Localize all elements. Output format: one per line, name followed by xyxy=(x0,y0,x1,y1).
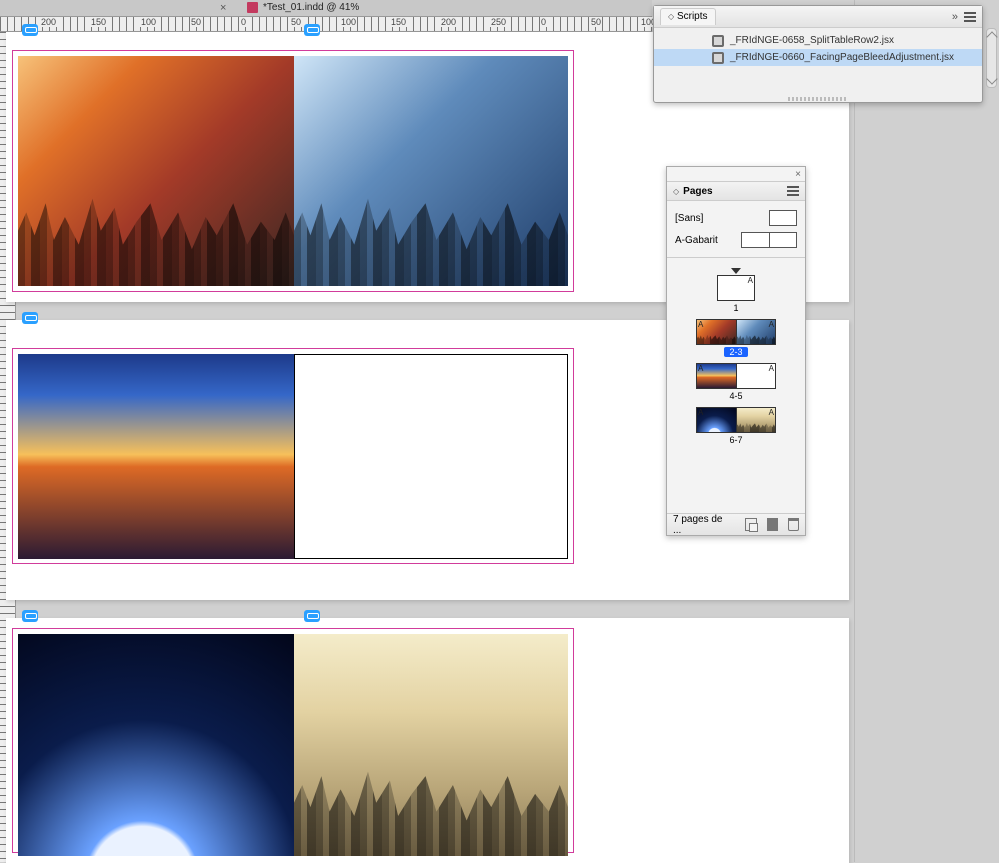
ruler-tick: 200 xyxy=(40,17,57,27)
ruler-tick: 50 xyxy=(590,17,602,27)
collapse-panel-button[interactable]: » xyxy=(952,11,958,23)
master-thumb[interactable] xyxy=(741,232,797,248)
ruler-tick: 0 xyxy=(240,17,247,27)
script-name: _FRIdNGE-0660_FacingPageBleedAdjustment.… xyxy=(730,52,954,63)
pages-tab-label: Pages xyxy=(683,186,712,197)
page-thumb[interactable]: AA 2-3 xyxy=(696,319,776,357)
right-dock xyxy=(854,0,999,862)
script-row[interactable]: _FRIdNGE-0660_FacingPageBleedAdjustment.… xyxy=(654,49,982,66)
pages-panel-header[interactable]: ◇ Pages xyxy=(667,181,805,201)
page-spread-6-7[interactable] xyxy=(6,618,849,863)
document-tab-bar: × *Test_01.indd @ 41% xyxy=(0,0,652,16)
document-canvas[interactable] xyxy=(16,32,652,862)
placed-image-left[interactable] xyxy=(18,634,294,856)
link-icon xyxy=(22,312,38,324)
ruler-tick: 50 xyxy=(290,17,302,27)
scripts-list[interactable]: _FRIdNGE-0658_SplitTableRow2.jsx _FRIdNGE… xyxy=(654,28,982,70)
page-options-button[interactable] xyxy=(767,518,779,531)
page-thumbnails-section[interactable]: A1AA2-3AA4-5AA6-7 xyxy=(667,258,805,451)
placed-image-right[interactable] xyxy=(294,634,568,856)
script-file-icon xyxy=(712,52,724,64)
link-icon xyxy=(22,24,38,36)
panel-menu-icon[interactable] xyxy=(964,12,976,22)
document-title: *Test_01.indd @ 41% xyxy=(263,2,359,13)
master-thumb[interactable] xyxy=(769,210,797,226)
panel-menu-icon[interactable] xyxy=(787,186,799,196)
pages-count-label: 7 pages de ... xyxy=(673,514,725,536)
page-thumb[interactable]: AA 6-7 xyxy=(696,407,776,445)
scripts-panel[interactable]: ◇ Scripts » _FRIdNGE-0658_SplitTableRow2… xyxy=(653,5,983,103)
page-thumbnail[interactable]: AA xyxy=(696,407,776,433)
master-label: [Sans] xyxy=(675,213,703,224)
pages-panel[interactable]: × ◇ Pages [Sans]A-Gabarit A1AA2-3AA4-5AA… xyxy=(666,166,806,536)
page-thumb[interactable]: A1 xyxy=(717,268,755,313)
page-number-label: 1 xyxy=(733,303,738,313)
pages-panel-footer: 7 pages de ... xyxy=(667,513,805,535)
horizontal-ruler[interactable]: 2001501005005010015020025005010015020025… xyxy=(0,16,652,32)
ruler-tick: 0 xyxy=(540,17,547,27)
empty-frame-right[interactable] xyxy=(294,354,568,559)
page-thumb[interactable]: AA 4-5 xyxy=(696,363,776,401)
script-file-icon xyxy=(712,35,724,47)
page-thumbnail[interactable]: A xyxy=(717,275,755,301)
page-thumbnail[interactable]: AA xyxy=(696,319,776,345)
dock-scroll-buttons[interactable] xyxy=(986,28,997,88)
ruler-tick: 50 xyxy=(190,17,202,27)
indesign-doc-icon xyxy=(247,2,258,13)
ruler-tick: 150 xyxy=(390,17,407,27)
link-icon xyxy=(304,610,320,622)
ruler-tick: 100 xyxy=(140,17,157,27)
ruler-tick: 100 xyxy=(340,17,357,27)
start-marker-icon xyxy=(731,268,741,274)
master-row[interactable]: A-Gabarit xyxy=(675,229,797,251)
page-number-label: 6-7 xyxy=(729,435,742,445)
master-label: A-Gabarit xyxy=(675,235,718,246)
ruler-tick: 200 xyxy=(440,17,457,27)
page-number-label: 2-3 xyxy=(724,347,747,357)
delete-page-button[interactable] xyxy=(788,518,799,531)
script-row[interactable]: _FRIdNGE-0658_SplitTableRow2.jsx xyxy=(654,32,982,49)
link-icon xyxy=(304,24,320,36)
ruler-tick: 150 xyxy=(90,17,107,27)
scripts-tab[interactable]: ◇ Scripts xyxy=(660,8,716,25)
ruler-tick: 250 xyxy=(490,17,507,27)
placed-image-right[interactable] xyxy=(294,56,568,286)
close-document-button[interactable]: × xyxy=(220,2,226,14)
placed-image-left[interactable] xyxy=(18,354,294,559)
script-name: _FRIdNGE-0658_SplitTableRow2.jsx xyxy=(730,35,894,46)
master-row[interactable]: [Sans] xyxy=(675,207,797,229)
close-panel-button[interactable]: × xyxy=(795,169,801,180)
panel-resize-grip[interactable] xyxy=(788,97,848,101)
master-pages-section[interactable]: [Sans] A-Gabarit xyxy=(667,201,805,258)
placed-image-left[interactable] xyxy=(18,56,294,286)
page-number-label: 4-5 xyxy=(729,391,742,401)
scripts-panel-header[interactable]: ◇ Scripts » xyxy=(654,6,982,28)
page-thumbnail[interactable]: AA xyxy=(696,363,776,389)
scripts-tab-label: Scripts xyxy=(677,11,708,22)
panel-drag-icon: ◇ xyxy=(673,187,679,196)
new-page-button[interactable] xyxy=(745,518,757,531)
link-icon xyxy=(22,610,38,622)
